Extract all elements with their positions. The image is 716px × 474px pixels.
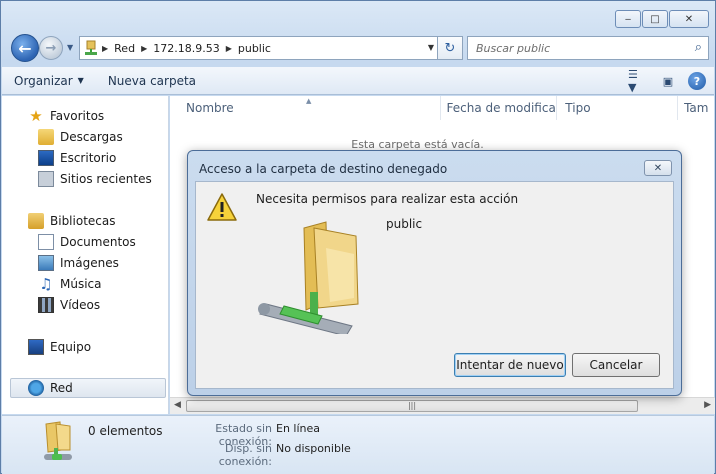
new-folder-label: Nueva carpeta bbox=[107, 73, 197, 88]
organize-button[interactable]: Organizar ▼ bbox=[2, 74, 96, 88]
computer-icon bbox=[28, 339, 44, 355]
sidebar-item-label: Sitios recientes bbox=[60, 172, 152, 186]
minimize-button[interactable]: ‒ bbox=[615, 10, 641, 28]
sidebar-item-documents[interactable]: Documentos bbox=[38, 232, 136, 252]
scroll-right-icon[interactable]: ▶ bbox=[704, 400, 711, 410]
chevron-down-icon: ▼ bbox=[77, 76, 84, 85]
cancel-button[interactable]: Cancelar bbox=[572, 353, 660, 377]
warning-icon bbox=[206, 192, 238, 225]
views-icon[interactable]: ☰ ▼ bbox=[628, 68, 648, 94]
sidebar-item-downloads[interactable]: Descargas bbox=[38, 127, 123, 147]
offline-availability-label: Disp. sin conexión: bbox=[218, 442, 272, 468]
search-icon[interactable]: ⌕ bbox=[695, 40, 702, 55]
sidebar-item-music[interactable]: ♫ Música bbox=[38, 274, 102, 294]
column-headers: Nombre Fecha de modifica... Tipo Tam bbox=[170, 96, 714, 120]
sidebar-item-pictures[interactable]: Imágenes bbox=[38, 253, 119, 273]
dialog-message: Necesita permisos para realizar esta acc… bbox=[256, 192, 519, 206]
search-input[interactable]: Buscar public ⌕ bbox=[467, 36, 709, 60]
breadcrumb-red[interactable]: Red bbox=[108, 42, 141, 55]
videos-icon bbox=[38, 297, 54, 313]
sidebar-item-computer[interactable]: Equipo bbox=[28, 337, 91, 357]
network-icon bbox=[28, 380, 44, 396]
dialog-close-icon[interactable]: ✕ bbox=[644, 160, 672, 176]
sidebar-item-label: Equipo bbox=[50, 340, 92, 354]
sort-ascending-icon: ▲ bbox=[306, 97, 312, 105]
sidebar-item-label: Red bbox=[50, 381, 73, 395]
music-icon: ♫ bbox=[39, 275, 53, 293]
help-icon[interactable]: ? bbox=[688, 72, 706, 90]
sidebar-item-label: Favoritos bbox=[50, 109, 105, 123]
documents-icon bbox=[38, 234, 54, 250]
dialog-title: Acceso a la carpeta de destino denegado bbox=[199, 162, 448, 176]
horizontal-scrollbar[interactable]: ◀ ||| ▶ bbox=[170, 397, 715, 414]
scroll-thumb[interactable]: ||| bbox=[186, 400, 638, 412]
explorer-window: ‒ □ ✕ ← → ▼ ▶ Red ▶ 172.18.9.53 ▶ public… bbox=[0, 0, 716, 474]
libraries-icon bbox=[28, 213, 44, 229]
navigation-bar: ← → ▼ ▶ Red ▶ 172.18.9.53 ▶ public ▼ ↻ B… bbox=[9, 34, 709, 62]
pictures-icon bbox=[38, 255, 54, 271]
sidebar-item-videos[interactable]: Vídeos bbox=[38, 295, 100, 315]
breadcrumb-public[interactable]: public bbox=[232, 42, 277, 55]
retry-button[interactable]: Intentar de nuevo bbox=[454, 353, 566, 377]
details-pane: 0 elementos Estado sin conexión: En líne… bbox=[2, 415, 714, 474]
recent-pages-dropdown[interactable]: ▼ bbox=[67, 43, 73, 52]
refresh-icon[interactable]: ↻ bbox=[437, 36, 463, 60]
desktop-icon bbox=[38, 150, 54, 166]
scroll-left-icon[interactable]: ◀ bbox=[174, 400, 181, 410]
address-bar[interactable]: ▶ Red ▶ 172.18.9.53 ▶ public ▼ bbox=[79, 36, 439, 60]
sidebar-item-label: Bibliotecas bbox=[50, 214, 116, 228]
offline-availability-row: Disp. sin conexión: No disponible bbox=[176, 442, 351, 468]
search-placeholder: Buscar public bbox=[476, 41, 551, 55]
back-arrow-icon[interactable]: ← bbox=[11, 34, 39, 62]
sidebar-item-libraries[interactable]: Bibliotecas bbox=[28, 211, 115, 231]
star-icon: ★ bbox=[29, 107, 43, 125]
sidebar-item-recent-places[interactable]: Sitios recientes bbox=[38, 169, 152, 189]
sidebar-item-label: Música bbox=[60, 277, 102, 291]
dialog-folder-name: public bbox=[386, 217, 423, 231]
network-location-icon bbox=[80, 37, 102, 59]
preview-pane-icon[interactable]: ▣ bbox=[658, 71, 678, 91]
forward-arrow-icon[interactable]: → bbox=[39, 36, 63, 60]
new-folder-button[interactable]: Nueva carpeta bbox=[96, 74, 208, 88]
breadcrumb-host[interactable]: 172.18.9.53 bbox=[147, 42, 225, 55]
sidebar-item-label: Vídeos bbox=[60, 298, 101, 312]
offline-availability-value: No disponible bbox=[276, 442, 351, 455]
network-folder-icon bbox=[256, 218, 366, 337]
sidebar-item-network[interactable]: Red bbox=[10, 378, 166, 398]
item-count: 0 elementos bbox=[88, 424, 163, 438]
dialog-body: Necesita permisos para realizar esta acc… bbox=[195, 181, 674, 389]
column-header-type[interactable]: Tipo bbox=[557, 96, 679, 120]
organize-label: Organizar bbox=[14, 73, 73, 88]
maximize-button[interactable]: □ bbox=[642, 10, 668, 28]
close-button[interactable]: ✕ bbox=[669, 10, 709, 28]
sidebar-item-label: Escritorio bbox=[60, 151, 117, 165]
sidebar-item-label: Imágenes bbox=[60, 256, 119, 270]
sidebar-item-label: Documentos bbox=[60, 235, 136, 249]
command-bar: Organizar ▼ Nueva carpeta ☰ ▼ ▣ ? bbox=[2, 67, 714, 95]
column-header-size[interactable]: Tam bbox=[678, 96, 714, 120]
sidebar-item-label: Descargas bbox=[60, 130, 123, 144]
column-header-date[interactable]: Fecha de modifica... bbox=[441, 96, 558, 120]
navigation-pane: ★ Favoritos Descargas Escritorio Sitios … bbox=[2, 96, 169, 414]
caption-buttons: ‒ □ ✕ bbox=[615, 10, 709, 28]
access-denied-dialog: Acceso a la carpeta de destino denegado … bbox=[187, 150, 682, 396]
sidebar-item-desktop[interactable]: Escritorio bbox=[38, 148, 116, 168]
network-folder-icon bbox=[42, 420, 76, 464]
sidebar-item-favorites[interactable]: ★ Favoritos bbox=[28, 106, 104, 126]
address-history-dropdown[interactable]: ▼ bbox=[428, 43, 434, 52]
recent-places-icon bbox=[38, 171, 54, 187]
downloads-folder-icon bbox=[38, 129, 54, 145]
command-bar-right: ☰ ▼ ▣ ? bbox=[628, 68, 706, 94]
